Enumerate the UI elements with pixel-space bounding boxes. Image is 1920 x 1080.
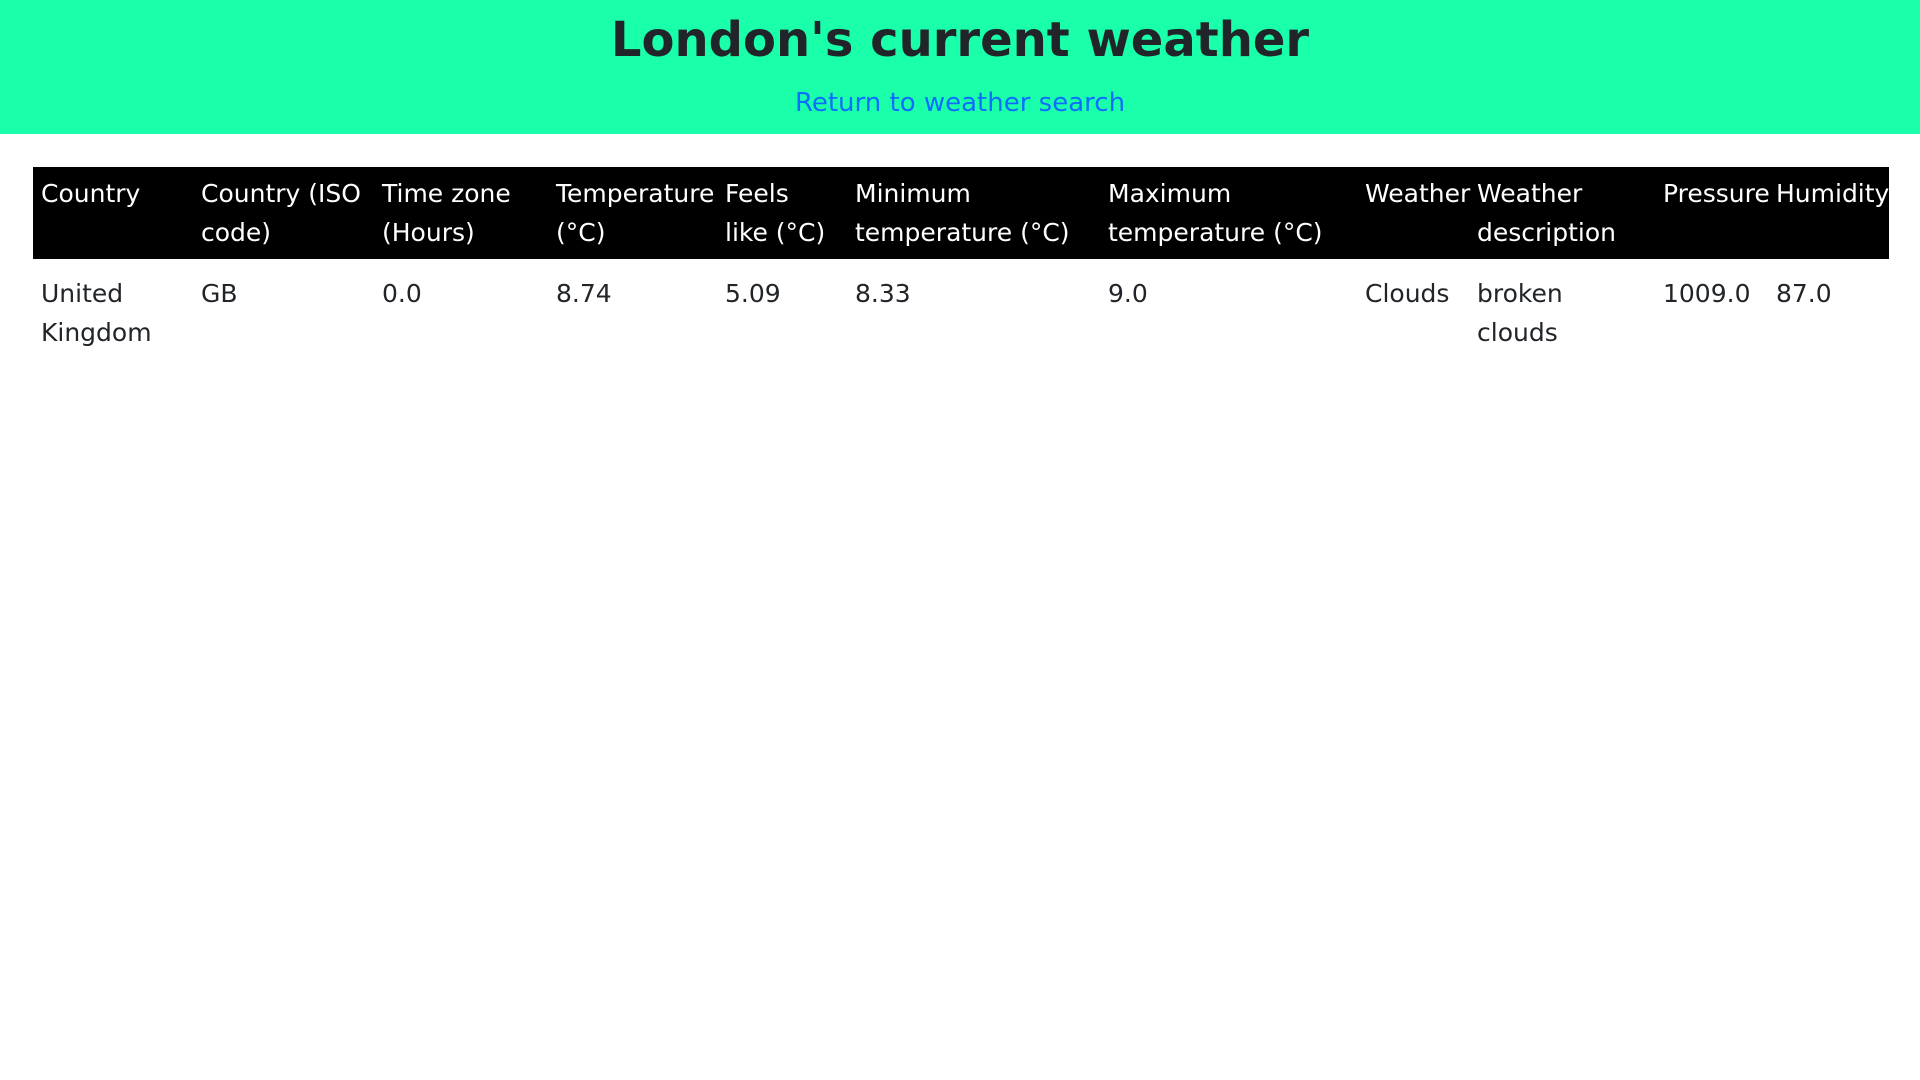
page-header: London's current weather Return to weath…	[0, 0, 1920, 134]
cell-pressure: 1009.0	[1663, 279, 1751, 308]
weather-table: Country Country (ISO code) Time zone (Ho…	[33, 167, 1889, 360]
column-header-temperature: Temperature (°C)	[556, 179, 715, 247]
cell-country: United Kingdom	[41, 279, 152, 347]
table-header-row: Country Country (ISO code) Time zone (Ho…	[33, 167, 1889, 259]
column-header-weather: Weather	[1365, 179, 1471, 208]
column-header-maximum-temperature: Maximum temperature (°C)	[1108, 179, 1323, 247]
cell-temperature: 8.74	[556, 279, 612, 308]
column-header-country: Country	[41, 179, 141, 208]
column-header-minimum-temperature: Minimum temperature (°C)	[855, 179, 1070, 247]
table-container: Country Country (ISO code) Time zone (Ho…	[0, 134, 1920, 360]
cell-weather-description: broken clouds	[1477, 279, 1563, 347]
return-to-search-link[interactable]: Return to weather search	[795, 88, 1125, 118]
column-header-weather-description: Weather description	[1477, 179, 1617, 247]
column-header-pressure: Pressure	[1663, 179, 1770, 208]
cell-feels-like: 5.09	[725, 279, 781, 308]
cell-weather: Clouds	[1365, 279, 1450, 308]
cell-minimum-temperature: 8.33	[855, 279, 911, 308]
column-header-humidity: Humidity	[1776, 179, 1890, 208]
cell-time-zone: 0.0	[382, 279, 422, 308]
cell-country-iso-code: GB	[201, 279, 238, 308]
cell-humidity: 87.0	[1776, 279, 1832, 308]
column-header-feels-like: Feels like (°C)	[725, 179, 826, 247]
cell-maximum-temperature: 9.0	[1108, 279, 1148, 308]
page-title: London's current weather	[610, 12, 1310, 68]
column-header-country-iso-code: Country (ISO code)	[201, 179, 361, 247]
table-row: United Kingdom GB 0.0 8.74 5.09 8.33 9.0…	[33, 259, 1889, 360]
column-header-time-zone: Time zone (Hours)	[382, 179, 511, 247]
